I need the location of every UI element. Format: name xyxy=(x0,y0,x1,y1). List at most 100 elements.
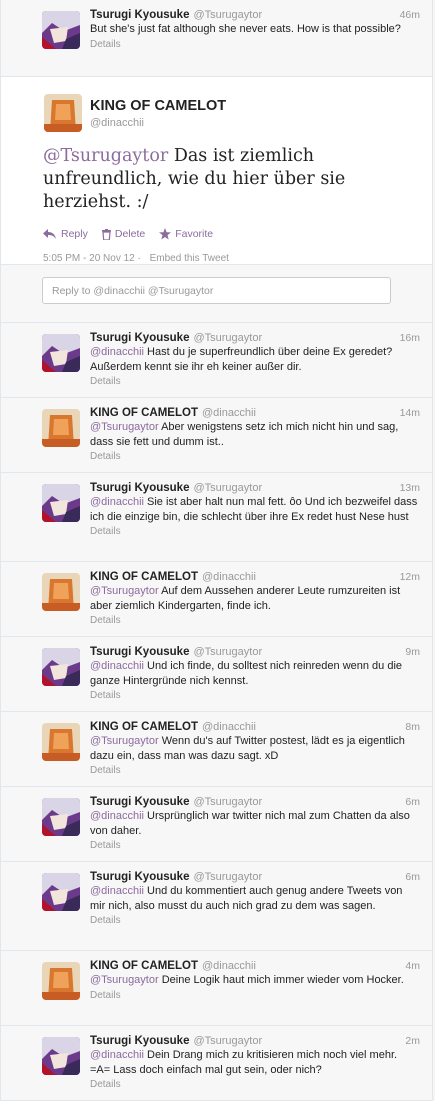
avatar[interactable] xyxy=(42,334,80,372)
tweet-time[interactable]: 12m xyxy=(400,571,420,583)
tweet-text: @Tsurugaytor Auf dem Aussehen anderer Le… xyxy=(90,584,420,613)
tweet-time[interactable]: 4m xyxy=(405,960,420,972)
author-name[interactable]: KING OF CAMELOT xyxy=(90,721,198,733)
reply-box-container: Reply to @dinacchii @Tsurugaytor xyxy=(1,265,432,323)
avatar[interactable] xyxy=(42,11,80,49)
favorite-label: Favorite xyxy=(175,228,214,240)
details-link[interactable]: Details xyxy=(90,451,420,462)
tweet-text: @Tsurugaytor Aber wenigstens setz ich mi… xyxy=(90,420,420,449)
tweet-time[interactable]: 2m xyxy=(405,1035,420,1047)
mention-link[interactable]: @Tsurugaytor xyxy=(43,146,168,166)
reply-tweet[interactable]: KING OF CAMELOT @dinacchii 4m @Tsurugaytor … xyxy=(1,951,432,1026)
author-name[interactable]: KING OF CAMELOT xyxy=(90,960,198,972)
tweet-time[interactable]: 6m xyxy=(405,796,420,808)
tweet-time[interactable]: 14m xyxy=(400,407,420,419)
mention-link[interactable]: @Tsurugaytor xyxy=(90,735,159,747)
author-handle[interactable]: @Tsurugaytor xyxy=(193,796,262,808)
embed-link[interactable]: Embed this Tweet xyxy=(150,253,229,264)
tweet-focused: KING OF CAMELOT @dinacchii @Tsurugaytor … xyxy=(1,77,432,265)
tweet-time[interactable]: 9m xyxy=(405,646,420,658)
author-handle[interactable]: @dinacchii xyxy=(202,960,256,972)
tweet-time[interactable]: 6m xyxy=(405,871,420,883)
reply-icon xyxy=(43,229,56,239)
avatar[interactable] xyxy=(42,962,80,1000)
avatar[interactable] xyxy=(42,484,80,522)
author-handle[interactable]: @dinacchii xyxy=(202,571,256,583)
mention-link[interactable]: @dinacchii xyxy=(90,496,144,508)
timestamp[interactable]: 5:05 PM - 20 Nov 12 xyxy=(43,253,135,264)
tweet-meta: 5:05 PM - 20 Nov 12 · Embed this Tweet xyxy=(43,253,414,264)
details-link[interactable]: Details xyxy=(90,1079,420,1090)
author-name[interactable]: KING OF CAMELOT xyxy=(90,407,198,419)
reply-tweet[interactable]: Tsurugi Kyousuke @Tsurugaytor 16m @dinacchi… xyxy=(1,323,432,398)
author-handle[interactable]: @dinacchii xyxy=(202,407,256,419)
author-handle[interactable]: @Tsurugaytor xyxy=(193,646,262,658)
author-name[interactable]: Tsurugi Kyousuke xyxy=(90,1035,189,1047)
author-handle[interactable]: @dinacchii xyxy=(202,721,256,733)
reply-tweet[interactable]: Tsurugi Kyousuke @Tsurugaytor 2m @dinacchii… xyxy=(1,1026,432,1101)
author-name[interactable]: Tsurugi Kyousuke xyxy=(90,871,189,883)
avatar[interactable] xyxy=(44,94,82,132)
avatar[interactable] xyxy=(42,648,80,686)
details-link[interactable]: Details xyxy=(90,990,420,1001)
reply-button[interactable]: Reply xyxy=(43,228,88,240)
avatar[interactable] xyxy=(42,873,80,911)
tweet-time[interactable]: 13m xyxy=(400,482,420,494)
details-link[interactable]: Details xyxy=(90,615,420,626)
details-link[interactable]: Details xyxy=(90,690,420,701)
reply-tweet[interactable]: Tsurugi Kyousuke @Tsurugaytor 6m @dinacchii… xyxy=(1,787,432,862)
mention-link[interactable]: @dinacchii xyxy=(90,1049,144,1061)
author-name[interactable]: Tsurugi Kyousuke xyxy=(90,332,189,344)
star-icon xyxy=(159,228,172,240)
avatar[interactable] xyxy=(42,409,80,447)
tweet-text: @dinacchii Sie ist aber halt nun mal fet… xyxy=(90,495,420,524)
mention-link[interactable]: @dinacchii xyxy=(90,885,144,897)
author-handle[interactable]: @Tsurugaytor xyxy=(193,1035,262,1047)
reply-tweet[interactable]: KING OF CAMELOT @dinacchii 8m @Tsurugaytor … xyxy=(1,712,432,787)
favorite-button[interactable]: Favorite xyxy=(159,228,213,240)
reply-tweet[interactable]: Tsurugi Kyousuke @Tsurugaytor 13m @dinacchi… xyxy=(1,473,432,562)
tweet-top[interactable]: Tsurugi Kyousuke @Tsurugaytor 46m But sh… xyxy=(1,0,432,77)
delete-label: Delete xyxy=(114,228,146,240)
mention-link[interactable]: @dinacchii xyxy=(90,346,144,358)
details-link[interactable]: Details xyxy=(90,765,420,776)
tweet-text: @dinacchii Dein Drang mich zu kritisiere… xyxy=(90,1048,420,1077)
author-handle[interactable]: @Tsurugaytor xyxy=(193,482,262,494)
avatar[interactable] xyxy=(42,1037,80,1075)
reply-input[interactable]: Reply to @dinacchii @Tsurugaytor xyxy=(42,277,391,304)
mention-link[interactable]: @Tsurugaytor xyxy=(90,974,159,986)
author-name[interactable]: Tsurugi Kyousuke xyxy=(90,646,189,658)
tweet-time[interactable]: 8m xyxy=(405,721,420,733)
details-link[interactable]: Details xyxy=(90,526,420,537)
author-name[interactable]: KING OF CAMELOT xyxy=(90,97,414,114)
details-link[interactable]: Details xyxy=(90,840,420,851)
author-name[interactable]: KING OF CAMELOT xyxy=(90,571,198,583)
delete-button[interactable]: Delete xyxy=(101,228,146,240)
author-handle[interactable]: @dinacchii xyxy=(90,117,414,129)
tweet-time[interactable]: 46m xyxy=(400,9,420,21)
details-link[interactable]: Details xyxy=(90,39,420,50)
author-name[interactable]: Tsurugi Kyousuke xyxy=(90,9,189,21)
conversation-thread: Tsurugi Kyousuke @Tsurugaytor 46m But sh… xyxy=(0,0,433,1101)
reply-tweet[interactable]: Tsurugi Kyousuke @Tsurugaytor 6m @dinacchii… xyxy=(1,862,432,951)
reply-tweet[interactable]: KING OF CAMELOT @dinacchii 14m @Tsurugaytor… xyxy=(1,398,432,473)
tweet-time[interactable]: 16m xyxy=(400,332,420,344)
mention-link[interactable]: @dinacchii xyxy=(90,660,144,672)
author-handle[interactable]: @Tsurugaytor xyxy=(193,871,262,883)
tweet-text: @dinacchii Und ich finde, du solltest ni… xyxy=(90,659,420,688)
mention-link[interactable]: @dinacchii xyxy=(90,810,144,822)
details-link[interactable]: Details xyxy=(90,915,420,926)
avatar[interactable] xyxy=(42,798,80,836)
author-name[interactable]: Tsurugi Kyousuke xyxy=(90,796,189,808)
tweet-text: But she's just fat although she never ea… xyxy=(90,23,401,35)
avatar[interactable] xyxy=(42,573,80,611)
author-name[interactable]: Tsurugi Kyousuke xyxy=(90,482,189,494)
reply-tweet[interactable]: KING OF CAMELOT @dinacchii 12m @Tsurugaytor… xyxy=(1,562,432,637)
author-handle[interactable]: @Tsurugaytor xyxy=(193,332,262,344)
mention-link[interactable]: @Tsurugaytor xyxy=(90,421,159,433)
details-link[interactable]: Details xyxy=(90,376,420,387)
reply-tweet[interactable]: Tsurugi Kyousuke @Tsurugaytor 9m @dinacchii… xyxy=(1,637,432,712)
author-handle[interactable]: @Tsurugaytor xyxy=(193,9,262,21)
mention-link[interactable]: @Tsurugaytor xyxy=(90,585,159,597)
avatar[interactable] xyxy=(42,723,80,761)
